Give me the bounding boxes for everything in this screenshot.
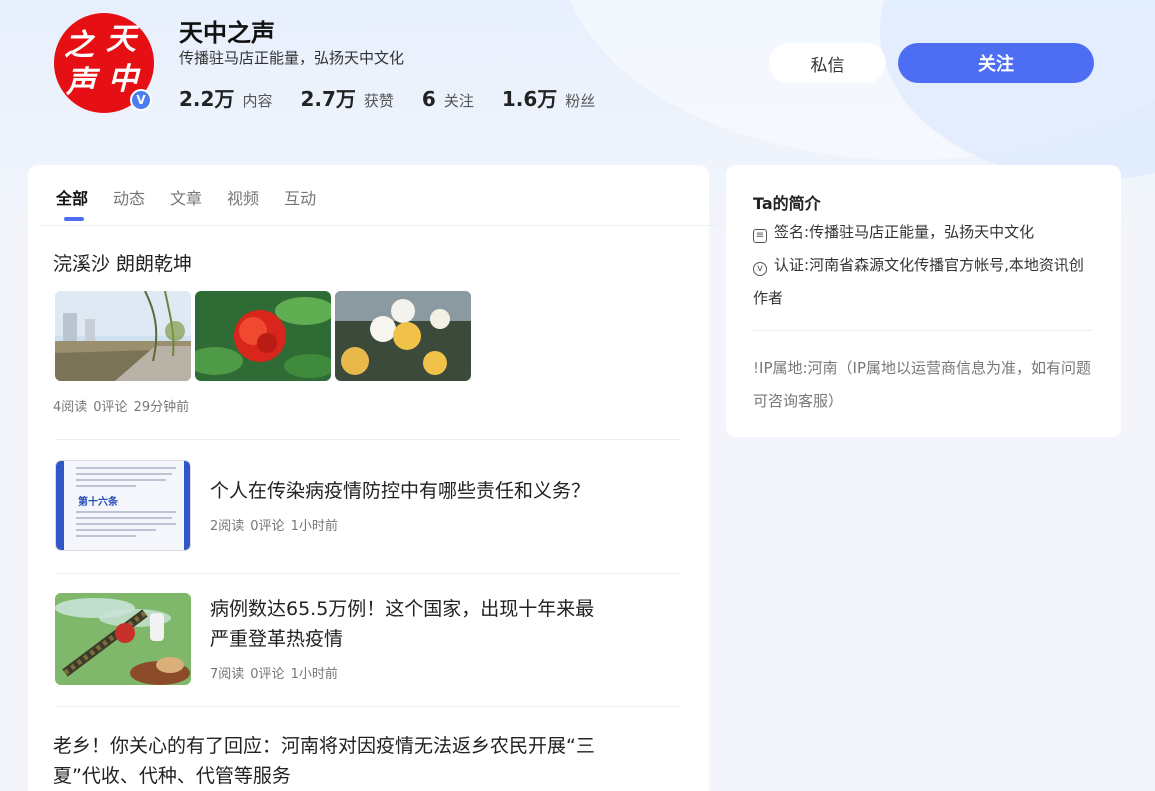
avatar-char: 声: [66, 65, 96, 100]
stat-label: 内容: [242, 92, 273, 110]
post-meta: 4阅读 0评论 29分钟前: [53, 396, 195, 415]
read-count: 7阅读: [210, 667, 245, 682]
stat-label: 关注: [443, 92, 474, 110]
post-image-red-flower[interactable]: [195, 291, 331, 381]
stat-number: 1.6万: [501, 87, 558, 111]
feed-tabs: 全部 动态 文章 视频 互动: [56, 185, 341, 221]
verified-icon: V: [130, 89, 152, 111]
stat-number: 2.2万: [179, 87, 235, 111]
stat-label: 获赞: [363, 92, 394, 110]
post-image-roses[interactable]: [335, 291, 471, 381]
signature-text: 传播驻马店正能量，弘扬天中文化: [809, 223, 1035, 241]
stat-likes: 2.7万 获赞: [300, 83, 393, 112]
post-title[interactable]: 浣溪沙 朗朗乾坤: [53, 249, 192, 279]
post-time: 1小时前: [290, 667, 338, 682]
follow-button[interactable]: 关注: [898, 43, 1094, 83]
stat-number: 2.7万: [300, 87, 356, 111]
tab-all[interactable]: 全部: [56, 185, 88, 221]
tab-interactions[interactable]: 互动: [284, 185, 316, 209]
stat-following[interactable]: 6 关注: [422, 87, 474, 111]
post-meta: 2阅读 0评论 1小时前: [210, 515, 344, 534]
signature-row: ≡ 签名:传播驻马店正能量，弘扬天中文化: [753, 216, 1098, 249]
comment-count[interactable]: 0评论: [250, 519, 284, 534]
tab-articles[interactable]: 文章: [170, 185, 202, 209]
comment-count[interactable]: 0评论: [93, 400, 127, 415]
post-title[interactable]: 个人在传染病疫情防控中有哪些责任和义务？: [210, 476, 590, 506]
ip-location-row: !IP属地:河南（IP属地以运营商信息为准，如有问题可咨询客服）: [753, 352, 1098, 418]
signature-label: 签名:: [774, 223, 810, 241]
stat-followers[interactable]: 1.6万 粉丝: [502, 83, 595, 112]
tab-videos[interactable]: 视频: [227, 185, 259, 209]
avatar-char: 之: [64, 28, 94, 63]
tab-updates[interactable]: 动态: [113, 185, 145, 209]
post-image-lakeside[interactable]: [55, 291, 191, 381]
divider: [55, 439, 680, 440]
certification-icon: v: [753, 262, 767, 276]
profile-stats: 2.2万 内容 2.7万 获赞 6 关注 1.6万 粉丝: [179, 83, 623, 112]
ip-label: IP属地:: [759, 359, 808, 377]
signature-icon: ≡: [753, 229, 767, 243]
message-button[interactable]: 私信: [769, 43, 886, 83]
stat-label: 粉丝: [565, 92, 596, 110]
post-time: 1小时前: [290, 519, 338, 534]
comment-count[interactable]: 0评论: [250, 667, 284, 682]
profile-bio: 传播驻马店正能量，弘扬天中文化: [179, 49, 405, 67]
post-title-line2[interactable]: 严重登革热疫情: [210, 624, 343, 654]
post-meta: 7阅读 0评论 1小时前: [210, 663, 344, 682]
intro-title: Ta的简介: [753, 194, 821, 213]
divider: [55, 573, 680, 574]
read-count: 4阅读: [53, 400, 88, 415]
post-title-line1[interactable]: 老乡！你关心的有了回应：河南将对因疫情无法返乡农民开展“三: [53, 731, 595, 761]
avatar-char: 天: [106, 22, 136, 57]
profile-name: 天中之声: [179, 19, 275, 47]
certification-row: v 认证:河南省森源文化传播官方帐号,本地资讯创作者: [753, 249, 1098, 315]
thumb-heading: 第十六条: [78, 497, 118, 508]
post-title-line2[interactable]: 夏”代收、代种、代管等服务: [53, 761, 291, 791]
post-title-line1[interactable]: 病例数达65.5万例！这个国家，出现十年来最: [210, 594, 594, 624]
certification-label: 认证:: [774, 256, 810, 274]
read-count: 2阅读: [210, 519, 245, 534]
divider: [40, 225, 725, 226]
divider: [753, 330, 1093, 331]
post-time: 29分钟前: [133, 400, 190, 415]
post-image-mosquito-cartoon[interactable]: [55, 593, 191, 685]
stat-number: 6: [421, 87, 436, 111]
intro-card: Ta的简介 ≡ 签名:传播驻马店正能量，弘扬天中文化 v 认证:河南省森源文化传播官…: [726, 165, 1121, 437]
feed-card: 全部 动态 文章 视频 互动 浣溪沙 朗朗乾坤 4阅读 0评论 29分钟前 第十…: [28, 165, 725, 791]
post-image-law-document[interactable]: 第十六条: [55, 460, 191, 551]
stat-content[interactable]: 2.2万 内容: [179, 83, 272, 112]
divider: [55, 706, 680, 707]
